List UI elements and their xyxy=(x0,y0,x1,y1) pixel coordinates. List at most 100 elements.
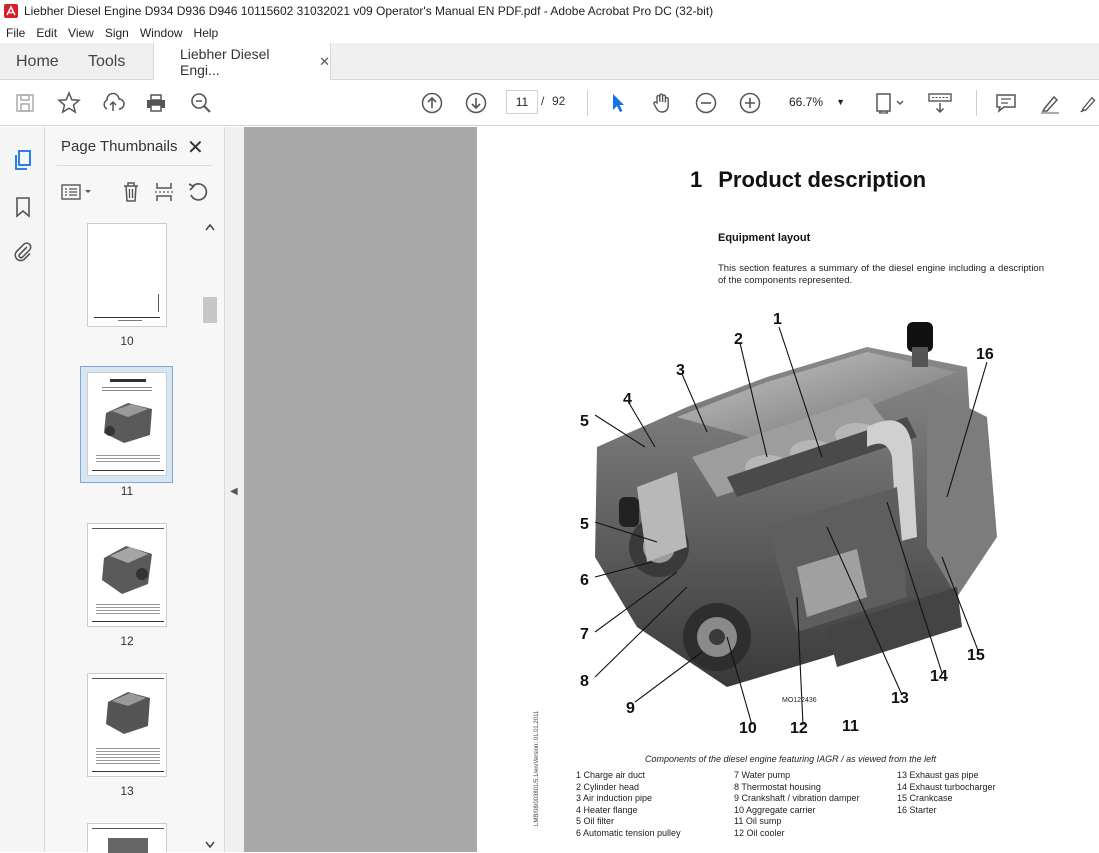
zoom-out-icon[interactable] xyxy=(692,89,720,117)
close-icon[interactable]: ✕ xyxy=(319,54,330,70)
thumbnail-text xyxy=(102,390,152,391)
tab-bar: Home Tools Liebher Diesel Engi... ✕ xyxy=(0,43,1099,81)
callout-2: 2 xyxy=(734,331,743,348)
thumbnails-scrollbar[interactable] xyxy=(202,221,218,851)
callout-7: 7 xyxy=(580,626,589,643)
thumbnail-label: 13 xyxy=(120,784,134,798)
thumbnail-text-mark xyxy=(158,294,159,312)
draw-tool-icon[interactable] xyxy=(1078,89,1099,117)
scrolling-mode-icon[interactable] xyxy=(926,89,954,117)
page-thumbnails-icon[interactable] xyxy=(11,148,35,172)
thumbnail-legend xyxy=(96,602,160,614)
thumbnail-engine-image xyxy=(106,692,150,734)
legend-item: 6 Automatic tension pulley xyxy=(576,827,681,838)
highlight-pen-icon[interactable] xyxy=(1036,89,1064,117)
close-panel-icon[interactable]: ✕ xyxy=(187,135,204,160)
comment-icon[interactable] xyxy=(992,89,1020,117)
callout-3: 3 xyxy=(676,362,685,379)
document-canvas[interactable]: 1 Product description Equipment layout Th… xyxy=(244,127,1099,852)
callout-9: 9 xyxy=(626,700,635,717)
bookmarks-icon[interactable] xyxy=(11,195,35,219)
zoom-level-dropdown[interactable]: 66.7% ▼ xyxy=(783,90,851,114)
extract-pages-icon[interactable] xyxy=(152,180,176,204)
thumbnail-options-icon[interactable] xyxy=(59,180,95,204)
toolbar: 11 / 92 66.7% ▼ xyxy=(0,80,1099,126)
save-icon[interactable] xyxy=(11,89,39,117)
select-cursor-icon[interactable] xyxy=(604,89,632,117)
fit-page-icon[interactable] xyxy=(872,89,908,117)
legend-column-2: 7 Water pump 8 Thermostat housing 9 Cran… xyxy=(734,770,860,839)
tab-document[interactable]: Liebher Diesel Engi... ✕ xyxy=(153,43,331,81)
pdf-page: 1 Product description Equipment layout Th… xyxy=(477,127,1099,852)
legend-item: 7 Water pump xyxy=(734,770,791,780)
upload-icon[interactable] xyxy=(99,89,127,117)
legend-item: 10 Aggregate carrier xyxy=(734,804,816,815)
callout-15: 15 xyxy=(967,647,985,664)
print-icon[interactable] xyxy=(142,89,170,117)
figure-caption: Components of the diesel engine featurin… xyxy=(645,754,937,764)
thumbnail-legend xyxy=(96,453,160,463)
toolbar-divider xyxy=(587,90,588,116)
chevron-down-icon[interactable] xyxy=(205,841,215,849)
delete-icon[interactable] xyxy=(119,180,143,204)
legend-item: 2 Cylinder head xyxy=(576,781,640,792)
thumbnail-text xyxy=(102,387,152,388)
thumbnail-header-rule xyxy=(92,678,164,679)
thumbnail-engine-image xyxy=(102,546,152,594)
menu-window[interactable]: Window xyxy=(134,26,188,40)
zoom-search-icon[interactable] xyxy=(187,89,215,117)
menu-help[interactable]: Help xyxy=(188,26,224,40)
tab-home[interactable]: Home xyxy=(16,43,59,80)
menu-bar: File Edit View Sign Window Help xyxy=(0,22,1099,43)
total-pages: 92 xyxy=(552,94,566,108)
document-side-note: LMB/08/003801/5.1/en/Version: 01.01.2011 xyxy=(534,710,540,826)
rotate-icon[interactable] xyxy=(186,180,210,204)
zoom-in-icon[interactable] xyxy=(736,89,764,117)
legend-item: 3 Air induction pipe xyxy=(576,793,653,803)
thumbnail-label: 11 xyxy=(120,484,134,498)
thumbnail-heading xyxy=(110,379,146,382)
legend-item: 13 Exhaust gas pipe xyxy=(897,770,979,780)
callout-16: 16 xyxy=(976,346,994,363)
figure-id: MO122436 xyxy=(782,697,817,704)
tab-tools[interactable]: Tools xyxy=(88,43,125,80)
page-thumbnail[interactable] xyxy=(87,523,167,627)
thumbnail-footer-rule xyxy=(92,470,164,471)
page-thumbnail[interactable] xyxy=(87,223,167,327)
thumbnail-footer-text xyxy=(118,320,142,321)
callout-4: 4 xyxy=(623,391,632,408)
star-icon[interactable] xyxy=(55,89,83,117)
menu-edit[interactable]: Edit xyxy=(30,26,62,40)
previous-page-icon[interactable] xyxy=(418,89,446,117)
page-thumbnail[interactable] xyxy=(87,673,167,777)
menu-file[interactable]: File xyxy=(0,26,30,40)
callout-1: 1 xyxy=(773,311,782,328)
menu-view[interactable]: View xyxy=(62,26,99,40)
thumbnail-header-rule xyxy=(92,828,164,829)
page-thumbnails-panel: Page Thumbnails ✕ 10 11 12 13 xyxy=(45,127,225,853)
legend-item: 8 Thermostat housing xyxy=(734,781,821,792)
chevron-up-icon[interactable] xyxy=(205,223,215,231)
attachments-icon[interactable] xyxy=(11,240,35,264)
callout-5-upper: 5 xyxy=(580,413,589,430)
panel-collapse-strip[interactable]: ◀ xyxy=(225,127,244,852)
hand-tool-icon[interactable] xyxy=(648,89,676,117)
page-number-input[interactable]: 11 xyxy=(506,90,538,114)
panel-toolbar xyxy=(57,165,212,215)
engine-illustration: MO122436 xyxy=(594,322,997,726)
collapse-arrow-icon[interactable]: ◀ xyxy=(230,486,238,497)
menu-sign[interactable]: Sign xyxy=(99,26,134,40)
legend-item: 12 Oil cooler xyxy=(734,827,785,838)
page-thumbnail-selected[interactable] xyxy=(87,372,167,476)
legend-item: 15 Crankcase xyxy=(897,793,953,803)
thumbnail-footer-rule xyxy=(92,771,164,772)
thumbnail-engine-image xyxy=(104,403,152,443)
chapter-title: Product description xyxy=(718,167,927,192)
window-title: Liebher Diesel Engine D934 D936 D946 101… xyxy=(24,4,714,18)
page-separator: / xyxy=(541,94,545,108)
callout-14: 14 xyxy=(930,668,948,685)
next-page-icon[interactable] xyxy=(462,89,490,117)
scrollbar-thumb[interactable] xyxy=(203,297,217,323)
thumbnail-header-rule xyxy=(92,528,164,529)
page-thumbnail[interactable] xyxy=(87,823,167,853)
